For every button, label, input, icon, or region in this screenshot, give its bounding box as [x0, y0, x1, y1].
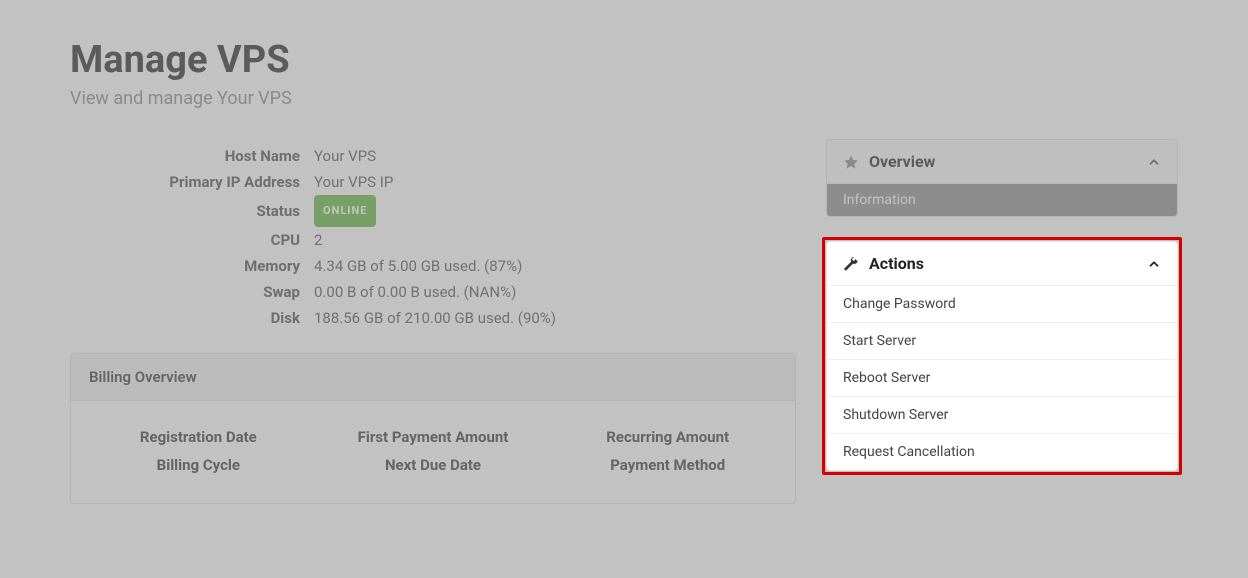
host-name-label: Host Name — [100, 143, 314, 169]
billing-overview-card: Billing Overview Registration Date Billi… — [70, 353, 796, 504]
memory-value: 4.34 GB of 5.00 GB used. (87%) — [314, 253, 522, 279]
actions-panel-title: Actions — [869, 254, 924, 273]
overview-panel: Overview Information — [826, 139, 1178, 217]
primary-ip-value: Your VPS IP — [314, 169, 393, 195]
disk-value: 188.56 GB of 210.00 GB used. (90%) — [314, 305, 556, 331]
action-shutdown-server[interactable]: Shutdown Server — [827, 396, 1177, 433]
first-payment-amount-label: First Payment Amount — [316, 423, 551, 451]
recurring-amount-label: Recurring Amount — [550, 423, 785, 451]
overview-panel-header[interactable]: Overview — [827, 140, 1177, 184]
page-subtitle: View and manage Your VPS — [70, 88, 1178, 109]
action-request-cancellation[interactable]: Request Cancellation — [827, 433, 1177, 470]
actions-panel: Actions Change Password Start Server Reb… — [826, 241, 1178, 471]
billing-cycle-label: Billing Cycle — [81, 451, 316, 479]
actions-panel-header[interactable]: Actions — [827, 242, 1177, 286]
page-title: Manage VPS — [70, 38, 1178, 82]
payment-method-label: Payment Method — [550, 451, 785, 479]
overview-information-item[interactable]: Information — [827, 184, 1177, 216]
wrench-icon — [843, 256, 859, 272]
action-reboot-server[interactable]: Reboot Server — [827, 359, 1177, 396]
swap-label: Swap — [100, 279, 314, 305]
disk-label: Disk — [100, 305, 314, 331]
vps-details: Host Name Your VPS Primary IP Address Yo… — [100, 143, 796, 331]
billing-overview-header: Billing Overview — [71, 354, 795, 401]
memory-label: Memory — [100, 253, 314, 279]
star-icon — [843, 154, 859, 170]
chevron-up-icon — [1147, 257, 1161, 271]
next-due-date-label: Next Due Date — [316, 451, 551, 479]
registration-date-label: Registration Date — [81, 423, 316, 451]
host-name-value: Your VPS — [314, 143, 376, 169]
cpu-label: CPU — [100, 227, 314, 253]
action-change-password[interactable]: Change Password — [827, 286, 1177, 322]
status-label: Status — [100, 198, 314, 224]
cpu-value: 2 — [314, 227, 322, 253]
overview-panel-title: Overview — [869, 152, 935, 171]
status-badge: ONLINE — [314, 195, 376, 227]
primary-ip-label: Primary IP Address — [100, 169, 314, 195]
action-start-server[interactable]: Start Server — [827, 322, 1177, 359]
chevron-up-icon — [1147, 155, 1161, 169]
swap-value: 0.00 B of 0.00 B used. (NAN%) — [314, 279, 516, 305]
